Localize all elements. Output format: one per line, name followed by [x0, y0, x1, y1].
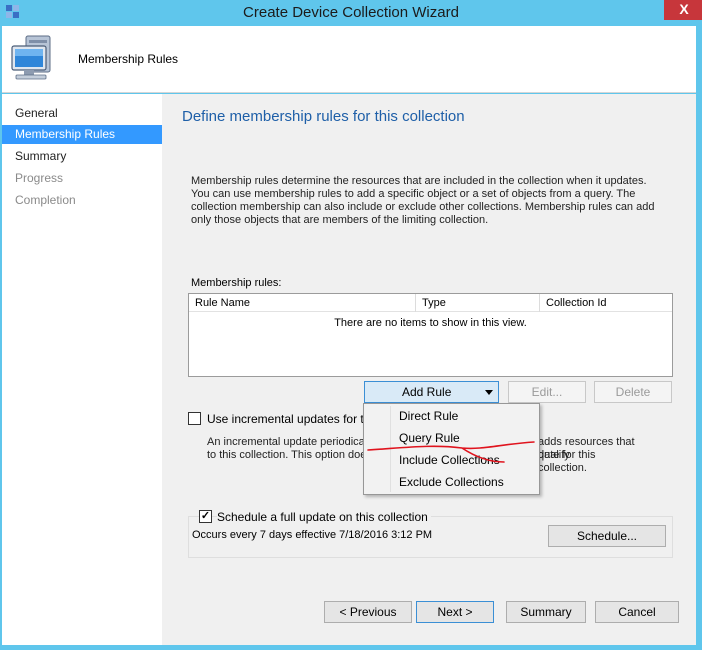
- edit-button[interactable]: Edit...: [508, 381, 586, 403]
- add-rule-menu: Direct Rule Query Rule Include Collectio…: [363, 403, 540, 495]
- nav-item-summary[interactable]: Summary: [2, 147, 162, 166]
- computer-icon: [11, 35, 51, 80]
- column-header-type[interactable]: Type: [416, 294, 540, 312]
- membership-rules-list[interactable]: Rule Name Type Collection Id There are n…: [188, 293, 673, 377]
- menu-item-query-rule[interactable]: Query Rule: [366, 428, 537, 449]
- incremental-updates-checkbox[interactable]: [188, 412, 201, 425]
- schedule-button[interactable]: Schedule...: [548, 525, 666, 547]
- menu-item-exclude-collections[interactable]: Exclude Collections: [366, 472, 537, 493]
- close-icon: X: [679, 1, 689, 17]
- previous-button[interactable]: < Previous: [324, 601, 412, 623]
- schedule-summary-text: Occurs every 7 days effective 7/18/2016 …: [192, 529, 433, 541]
- nav-item-membership-rules[interactable]: Membership Rules: [2, 125, 162, 144]
- membership-rules-label: Membership rules:: [191, 277, 282, 289]
- page-title: Define membership rules for this collect…: [182, 108, 465, 125]
- incremental-desc-line1: An incremental update periodicall: [207, 436, 370, 448]
- delete-button[interactable]: Delete: [594, 381, 672, 403]
- empty-list-message: There are no items to show in this view.: [334, 317, 527, 329]
- schedule-full-update-checkbox[interactable]: ✓: [199, 510, 212, 523]
- menu-item-include-collections[interactable]: Include Collections: [366, 450, 537, 471]
- header-title: Membership Rules: [78, 52, 179, 66]
- next-button[interactable]: Next >: [416, 601, 494, 623]
- add-rule-button[interactable]: Add Rule: [364, 381, 499, 403]
- cancel-button[interactable]: Cancel: [595, 601, 679, 623]
- summary-button[interactable]: Summary: [506, 601, 586, 623]
- incremental-desc-line2-tail: date for this collection.: [538, 449, 596, 474]
- nav-item-general[interactable]: General: [2, 104, 162, 123]
- column-header-rule-name[interactable]: Rule Name: [189, 294, 416, 312]
- nav-item-progress: Progress: [15, 171, 64, 185]
- wizard-window: Create Device Collection Wizard X Member…: [0, 0, 702, 650]
- wizard-header: Membership Rules: [2, 26, 696, 93]
- list-header: Rule Name Type Collection Id: [189, 294, 672, 312]
- nav-item-completion: Completion: [15, 193, 76, 207]
- wizard-nav: General Membership Rules Summary Progres…: [2, 94, 162, 645]
- description-text: Membership rules determine the resources…: [191, 175, 655, 226]
- column-header-collection-id[interactable]: Collection Id: [540, 294, 672, 312]
- incremental-desc-line2: to this collection. This option doe: [207, 449, 367, 461]
- checkmark-icon: ✓: [200, 510, 211, 522]
- schedule-full-update-label: Schedule a full update on this collectio…: [217, 510, 431, 524]
- dropdown-arrow-icon: [485, 390, 493, 395]
- menu-item-direct-rule[interactable]: Direct Rule: [366, 406, 537, 427]
- title-bar[interactable]: Create Device Collection Wizard X: [0, 0, 702, 26]
- add-rule-label: Add Rule: [402, 385, 452, 399]
- wizard-content: Define membership rules for this collect…: [162, 94, 696, 645]
- incremental-updates-label: Use incremental updates for this c: [207, 412, 389, 426]
- close-button[interactable]: X: [664, 0, 702, 20]
- window-title: Create Device Collection Wizard: [243, 4, 459, 21]
